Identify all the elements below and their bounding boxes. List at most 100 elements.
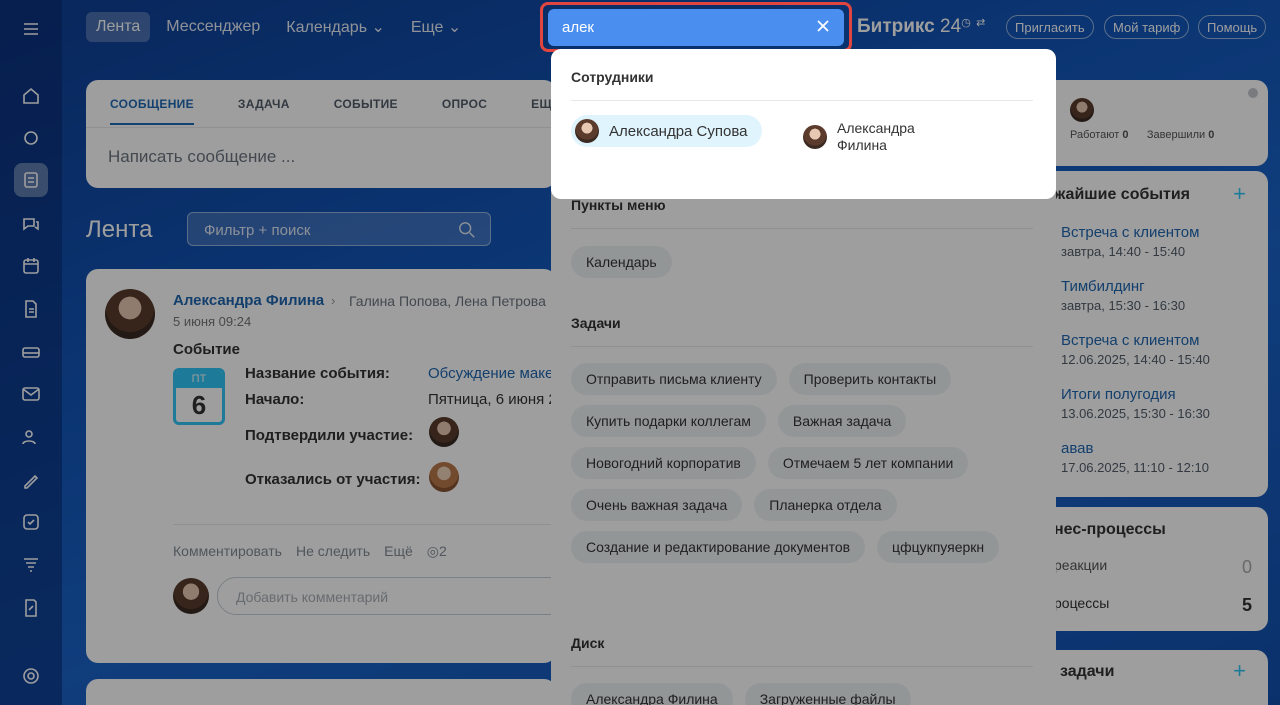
employee-result-chip[interactable]: Александра Супова [571,115,762,147]
confirmed-label: Подтвердили участие: [245,427,414,444]
calendar-icon[interactable] [19,254,43,278]
page-title: Лента [86,216,153,243]
edit-doc-icon[interactable] [19,596,43,620]
close-icon[interactable] [816,19,832,35]
event-item[interactable]: Встреча с клиентом завтра, 14:40 - 15:40 [1061,224,1199,259]
chat-icon[interactable] [19,212,43,236]
process-row[interactable]: реакции 0 [1054,557,1252,578]
working-count: 0 [1122,129,1129,141]
calendar-dow: ПТ [176,371,222,388]
task-result-chip[interactable]: Очень важная задача [571,489,743,521]
mail-icon[interactable] [19,382,43,406]
tasks-widget: задачи + [1040,650,1268,705]
brand-logo[interactable]: Битрикс 24◷ ⇄ [857,16,985,38]
post-kind: Событие [173,341,240,358]
event-item[interactable]: авав 17.06.2025, 11:10 - 12:10 [1061,440,1209,475]
home-icon[interactable] [19,84,43,108]
feed-icon[interactable] [14,163,48,197]
divider [571,346,1033,347]
avatar[interactable] [429,462,459,492]
declined-label: Отказались от участия: [245,471,421,488]
feed-post [86,679,556,705]
document-icon[interactable] [19,297,43,321]
task-result-chip[interactable]: Важная задача [777,405,907,437]
avatar [575,119,599,143]
settings-icon[interactable] [19,664,43,688]
tab-more[interactable]: Еще ⌄ [401,11,471,43]
help-icon[interactable] [1248,88,1258,98]
task-result-chip[interactable]: Отправить письма клиенту [571,363,777,395]
task-result-chip[interactable]: Купить подарки коллегам [571,405,766,437]
done-label: Завершили [1146,129,1206,141]
composer-tab-event[interactable]: СОБЫТИЕ [334,97,398,125]
composer-tab-task[interactable]: ЗАДАЧА [238,97,290,125]
composer-tab-poll[interactable]: ОПРОС [442,97,487,125]
top-navigation: Лента Мессенджер Календарь ⌄ Еще ⌄ [86,11,471,43]
task-result-chip[interactable]: цфцукпуяеркн [877,531,1000,563]
tab-calendar[interactable]: Календарь ⌄ [276,11,395,43]
employee-name: Александра Филина [837,120,915,153]
help-button[interactable]: Помощь [1198,15,1267,39]
tasks-icon[interactable] [19,510,43,534]
task-result-chip[interactable]: Отмечаем 5 лет компании [767,447,969,479]
unfollow-link[interactable]: Не следить [296,543,370,560]
menu-icon[interactable] [19,17,43,41]
event-start-value: Пятница, 6 июня 2 [428,391,557,408]
tab-feed[interactable]: Лента [86,12,151,42]
disk-section-title: Диск [571,635,605,651]
event-item[interactable]: Тимбилдинг завтра, 15:30 - 16:30 [1061,278,1185,313]
invite-button[interactable]: Пригласить [1006,15,1094,39]
task-result-chip[interactable]: Создание и редактирование документов [571,531,866,563]
sign-icon[interactable] [19,468,43,492]
menu-result-chip[interactable]: Календарь [571,246,672,278]
collab-icon[interactable] [19,126,43,150]
filter-placeholder: Фильтр + поиск [204,222,311,239]
more-link[interactable]: Ещё [384,543,413,560]
funnel-icon[interactable] [19,553,43,577]
search-icon[interactable] [458,221,476,239]
contacts-icon[interactable] [19,425,43,449]
processes-title: нес-процессы [1054,521,1166,538]
comment-input[interactable]: Добавить комментарий [217,577,577,615]
post-author[interactable]: Александра Филина [173,292,324,309]
tab-messenger[interactable]: Мессенджер [156,12,270,42]
tariff-button[interactable]: Мой тариф [1104,15,1190,39]
post-date[interactable]: 5 июня 09:24 [173,314,251,329]
avatar [1070,98,1094,122]
left-sidebar [0,0,62,705]
message-input[interactable]: Написать сообщение ... [108,147,295,167]
composer-tab-more[interactable]: ЕЩ [531,97,552,125]
event-item[interactable]: Встреча с клиентом 12.06.2025, 14:40 - 15… [1061,332,1210,367]
process-row[interactable]: роцессы 5 [1054,595,1252,616]
drive-icon[interactable] [19,340,43,364]
calendar-badge: ПТ 6 [173,368,225,425]
divider [571,666,1033,667]
add-event-icon[interactable]: + [1233,181,1246,207]
task-result-chip[interactable]: Новогодний корпоратив [571,447,756,479]
add-task-icon[interactable]: + [1233,658,1246,684]
composer-tab-message[interactable]: СООБЩЕНИЕ [110,97,194,125]
event-name-value[interactable]: Обсуждение маке [428,365,553,382]
avatar[interactable] [105,289,155,339]
comment-link[interactable]: Комментировать [173,543,282,560]
disk-result-chip[interactable]: Загруженные файлы [744,683,911,705]
employee-result-item[interactable]: Александра Филина [803,120,937,154]
post-composer: СООБЩЕНИЕ ЗАДАЧА СОБЫТИЕ ОПРОС ЕЩ Написа… [86,80,556,188]
events-widget: жайшие события + Встреча с клиентом завтр… [1040,171,1268,497]
disk-result-chip[interactable]: Александра Филина [571,683,733,705]
employee-name: Александра Супова [609,122,748,140]
feed-filter-input[interactable]: Фильтр + поиск [187,212,491,246]
views-counter: ◎2 [426,543,447,559]
tasks-title: задачи [1060,663,1115,680]
post-recipients[interactable]: Галина Попова, Лена Петрова [349,293,546,309]
avatar[interactable] [429,417,459,447]
event-item[interactable]: Итоги полугодия 13.06.2025, 15:30 - 16:30 [1061,386,1210,421]
task-result-chip[interactable]: Планерка отдела [754,489,897,521]
post-actions: Комментировать Не следить Ещё ◎2 [173,543,447,560]
settings-toggle-icon[interactable]: ⇄ [976,17,985,29]
avatar [173,578,209,614]
search-input[interactable]: алек [548,9,844,46]
feed-post: Александра Филина › Галина Попова, Лена … [86,269,577,663]
divider [173,524,556,525]
task-result-chip[interactable]: Проверить контакты [788,363,952,395]
